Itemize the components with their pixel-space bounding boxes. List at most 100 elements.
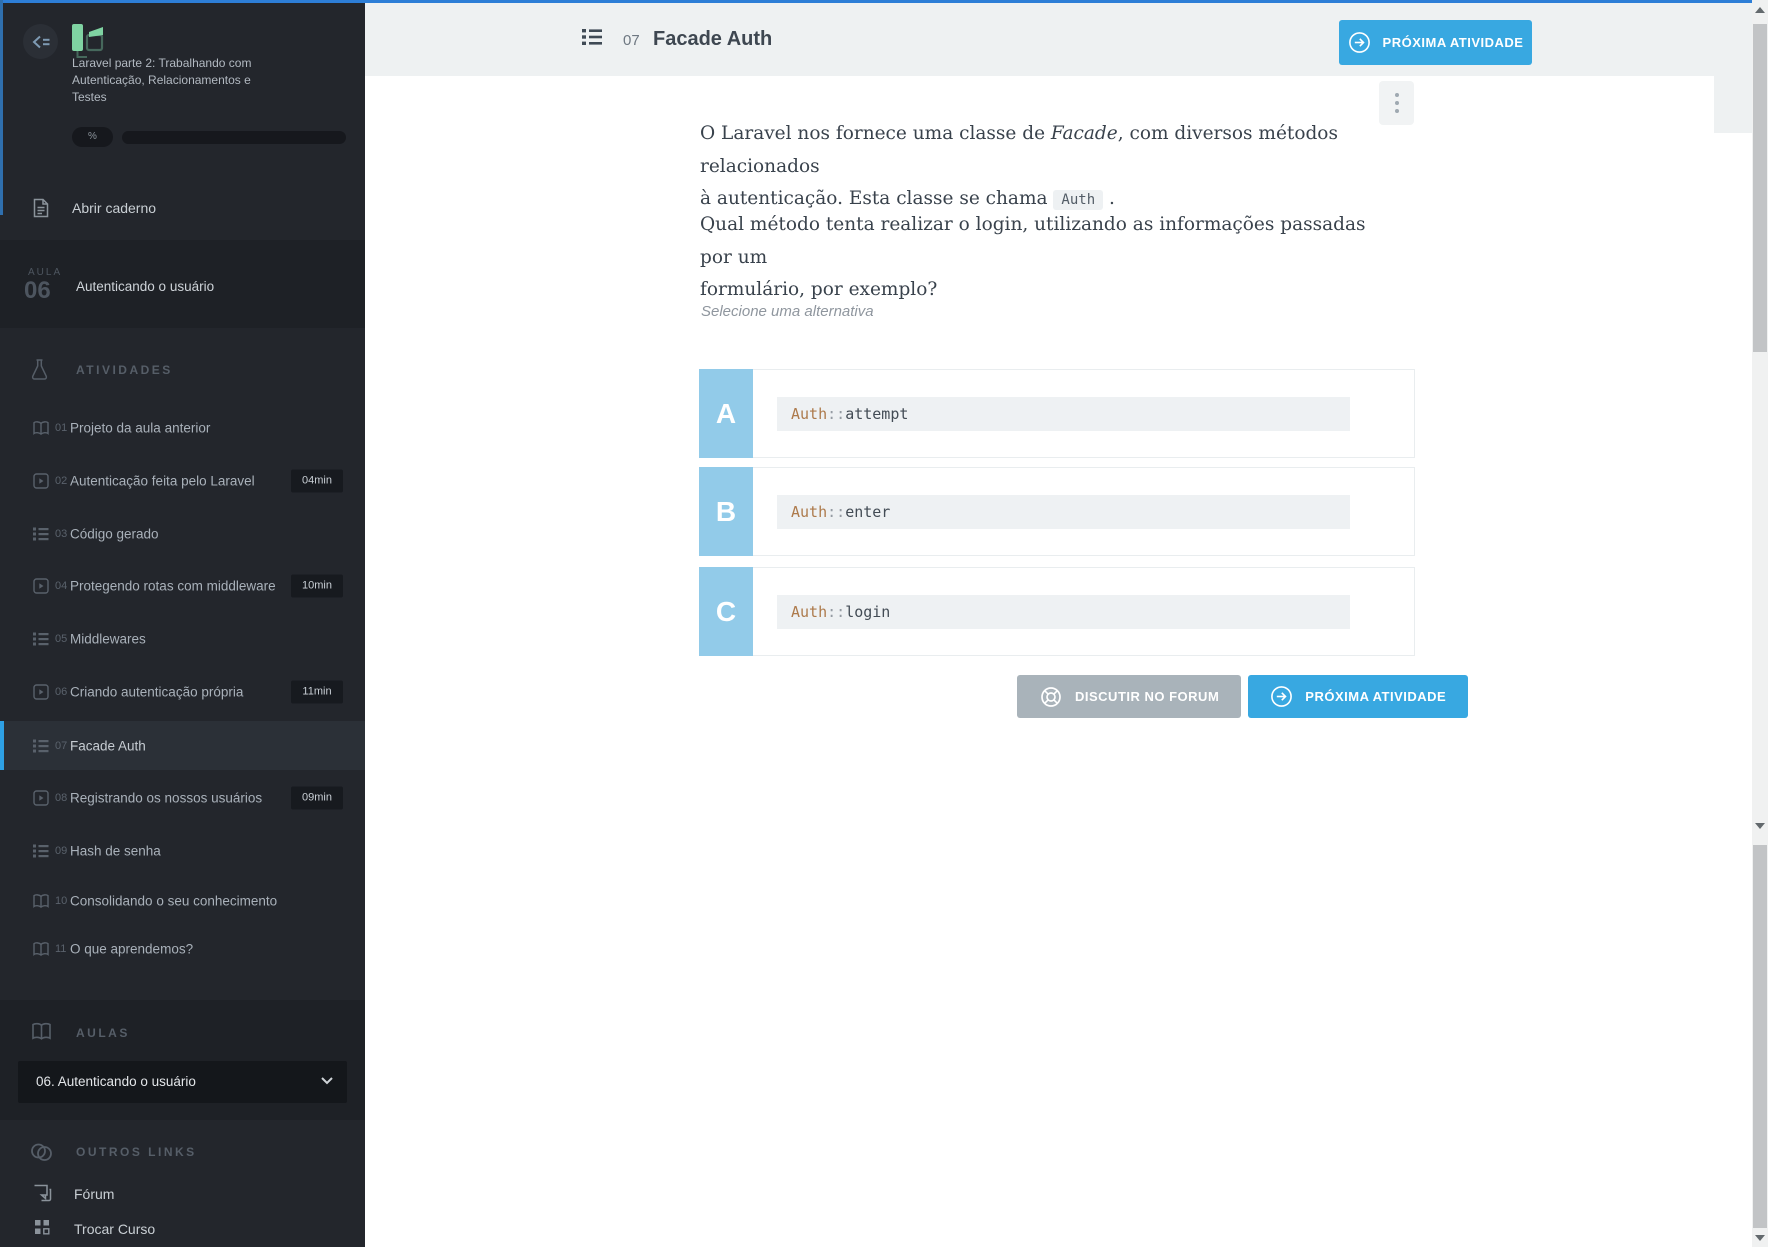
arrow-right-circle-icon	[1270, 685, 1293, 708]
sidebar-item-projeto-da-aula-anterior[interactable]: 01 Projeto da aula anterior	[0, 404, 365, 452]
sidebar-item-facade-auth-selected[interactable]: 07 Facade Auth	[0, 721, 365, 770]
code-separator-token: ::	[827, 405, 846, 423]
option-body: Auth::enter	[753, 467, 1415, 556]
activity-number: 09	[55, 845, 68, 857]
next-activity-button-top[interactable]: PRÓXIMA ATIVIDADE	[1339, 20, 1532, 65]
sidebar-item-autenticacao-feita-pelo-laravel[interactable]: 02 Autenticação feita pelo Laravel 04min	[0, 457, 365, 505]
code-separator-token: ::	[827, 503, 846, 521]
activity-label: Hash de senha	[70, 843, 161, 859]
video-icon	[33, 473, 49, 489]
answer-option-c[interactable]: C Auth::login	[699, 567, 1415, 656]
inline-code-auth: Auth	[1053, 190, 1104, 210]
option-code-block: Auth::attempt	[777, 397, 1350, 431]
other-links-section-label: OUTROS LINKS	[76, 1145, 197, 1159]
activity-number: 03	[55, 528, 68, 540]
link-icon	[29, 1141, 53, 1163]
activity-main: 07 Facade Auth PRÓXIMA ATIVIDADE O Larav…	[365, 0, 1752, 1247]
scroll-down-arrow-icon[interactable]	[1755, 1235, 1765, 1241]
next-activity-label: PRÓXIMA ATIVIDADE	[1382, 35, 1524, 50]
book-icon	[33, 894, 49, 909]
answer-option-a[interactable]: A Auth::attempt	[699, 369, 1415, 458]
scrollbar[interactable]	[1752, 0, 1768, 1247]
back-arrow-icon	[31, 34, 51, 50]
list-icon	[33, 739, 49, 753]
lesson-number: 06	[24, 277, 51, 304]
activity-number: 05	[55, 633, 68, 645]
activity-number: 06	[55, 686, 68, 698]
code-method-token: attempt	[845, 405, 909, 423]
video-icon	[33, 578, 49, 594]
question-action-buttons: DISCUTIR NO FORUM PRÓXIMA ATIVIDADE	[1017, 675, 1469, 718]
video-icon	[33, 684, 49, 700]
code-method-token: login	[845, 603, 891, 621]
sidebar-item-registrando-os-nossos-usuarios[interactable]: 08 Registrando os nossos usuários 09min	[0, 774, 365, 822]
code-separator-token: ::	[827, 603, 846, 621]
next-activity-label: PRÓXIMA ATIVIDADE	[1305, 689, 1447, 704]
lesson-select-dropdown[interactable]: 06. Autenticando o usuário	[18, 1061, 347, 1103]
next-activity-button-bottom[interactable]: PRÓXIMA ATIVIDADE	[1248, 675, 1469, 718]
sidebar-item-criando-autenticacao-propria[interactable]: 06 Criando autenticação própria 11min	[0, 668, 365, 716]
code-class-token: Auth	[791, 603, 828, 621]
activity-label: Autenticação feita pelo Laravel	[70, 473, 255, 489]
sidebar-item-codigo-gerado[interactable]: 03 Código gerado	[0, 510, 365, 558]
sidebar-item-hash-de-senha[interactable]: 09 Hash de senha	[0, 827, 365, 875]
activity-number: 02	[55, 475, 68, 487]
sidebar-item-middlewares[interactable]: 05 Middlewares	[0, 615, 365, 663]
select-alternative-prompt: Selecione uma alternativa	[701, 303, 874, 320]
book-icon	[33, 942, 49, 957]
question-paragraph-1: O Laravel nos fornece uma classe de Faca…	[700, 118, 1390, 217]
course-sidebar: Laravel parte 2: Trabalhando com Autenti…	[0, 3, 365, 1247]
duration-badge: 04min	[291, 469, 343, 493]
activity-label: Facade Auth	[70, 738, 146, 753]
other-links-section-header: OUTROS LINKS	[0, 1141, 365, 1167]
sidebar-item-o-que-aprendemos[interactable]: 11 O que aprendemos?	[0, 925, 365, 973]
aulas-section: AULAS 06. Autenticando o usuário	[0, 1000, 365, 1120]
book-icon	[33, 421, 49, 436]
course-progress-bar	[122, 131, 346, 144]
scroll-up-arrow-icon[interactable]	[1755, 7, 1765, 13]
list-icon	[33, 844, 49, 858]
activity-label: Código gerado	[70, 526, 159, 542]
sidebar-item-protegendo-rotas-com-middleware[interactable]: 04 Protegendo rotas com middleware 10min	[0, 562, 365, 610]
open-notebook-link[interactable]: Abrir caderno	[0, 192, 365, 228]
switch-course-label: Trocar Curso	[74, 1221, 156, 1237]
open-book-icon	[31, 1022, 52, 1041]
activity-label: Projeto da aula anterior	[70, 420, 211, 436]
question-text: O Laravel nos fornece uma classe de	[700, 123, 1051, 144]
arrow-right-circle-icon	[1348, 31, 1371, 54]
switch-course-link[interactable]: Trocar Curso	[0, 1217, 365, 1247]
question-text: à autenticação. Esta classe se chama	[700, 188, 1054, 209]
activity-label: Criando autenticação própria	[70, 684, 244, 700]
activity-number: 10	[55, 895, 68, 907]
question-paragraph-2: Qual método tenta realizar o login, util…	[700, 209, 1390, 307]
activity-number: 04	[55, 580, 68, 592]
question-text: .	[1103, 188, 1115, 209]
answer-option-b[interactable]: B Auth::enter	[699, 467, 1415, 556]
open-notebook-label: Abrir caderno	[72, 200, 157, 216]
collapse-sidebar-button[interactable]	[23, 24, 58, 59]
video-icon	[33, 790, 49, 806]
discuss-forum-button[interactable]: DISCUTIR NO FORUM	[1017, 675, 1242, 718]
activities-section-header: ATIVIDADES	[0, 359, 365, 385]
activity-label: Registrando os nossos usuários	[70, 790, 263, 806]
forum-icon	[33, 1184, 52, 1202]
header-corner-filler	[1714, 76, 1752, 133]
activity-number: 11	[55, 943, 67, 955]
activity-number: 08	[55, 792, 68, 804]
scrollbar-thumb-inner[interactable]	[1753, 24, 1767, 352]
scrollbar-thumb-outer[interactable]	[1753, 845, 1767, 1228]
option-code-block: Auth::enter	[777, 495, 1350, 529]
list-icon	[582, 28, 602, 46]
flask-icon	[31, 359, 48, 380]
option-body: Auth::attempt	[753, 369, 1415, 458]
sidebar-item-consolidando-o-seu-conhecimento[interactable]: 10 Consolidando o seu conhecimento	[0, 877, 365, 925]
activity-label: O que aprendemos?	[70, 941, 194, 957]
code-method-token: enter	[845, 503, 891, 521]
option-letter-badge: C	[699, 567, 753, 656]
forum-link[interactable]: Fórum	[0, 1182, 365, 1212]
left-accent-line	[0, 0, 3, 215]
aulas-section-header: AULAS	[0, 1022, 365, 1048]
activity-number: 07	[623, 32, 640, 49]
question-text: formulário, por exemplo?	[700, 279, 938, 300]
scroll-down-arrow-icon[interactable]	[1755, 823, 1765, 829]
